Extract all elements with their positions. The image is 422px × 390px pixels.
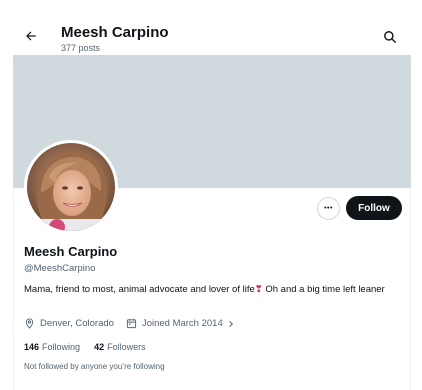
- profile-name: Meesh Carpino: [24, 244, 118, 259]
- profile-bio: Mama, friend to most, animal advocate an…: [24, 284, 394, 296]
- avatar-image: [27, 143, 115, 231]
- more-icon: •••: [324, 205, 333, 212]
- follow-stats: 146 Following 42 Followers: [24, 342, 160, 352]
- not-followed-note: Not followed by anyone you’re following: [24, 362, 165, 371]
- profile-header: Meesh Carpino 377 posts: [13, 14, 411, 55]
- location-text: Denver, Colorado: [40, 318, 114, 329]
- post-count: 377 posts: [61, 43, 101, 53]
- back-arrow-icon[interactable]: [21, 26, 41, 46]
- location: Denver, Colorado: [24, 318, 114, 329]
- following-count: 146: [24, 342, 40, 352]
- calendar-icon: [126, 318, 137, 329]
- bio-text: Mama, friend to most, animal advocate an…: [24, 284, 255, 295]
- header-title: Meesh Carpino: [61, 24, 169, 41]
- heart-emoji: ❣: [254, 284, 263, 295]
- bio-text-end: Oh and a big time left leaner: [262, 284, 385, 295]
- following-label: Following: [42, 342, 81, 352]
- following-link[interactable]: 146 Following: [24, 342, 80, 352]
- profile-meta: Denver, Colorado Joined March 2014: [24, 318, 252, 329]
- joined-text: Joined March 2014: [141, 318, 223, 329]
- joined-date[interactable]: Joined March 2014: [126, 318, 240, 329]
- followers-link[interactable]: 42 Followers: [94, 342, 146, 352]
- followers-label: Followers: [107, 342, 146, 352]
- chevron-right-icon: [229, 320, 233, 327]
- search-icon[interactable]: [383, 30, 397, 44]
- location-icon: [25, 318, 34, 329]
- followers-count: 42: [94, 342, 105, 352]
- follow-button[interactable]: Follow: [346, 196, 402, 220]
- more-options-button[interactable]: •••: [317, 197, 340, 220]
- header-title-group: Meesh Carpino 377 posts: [61, 24, 169, 54]
- profile-handle: @MeeshCarpino: [24, 263, 96, 274]
- avatar[interactable]: [24, 140, 118, 234]
